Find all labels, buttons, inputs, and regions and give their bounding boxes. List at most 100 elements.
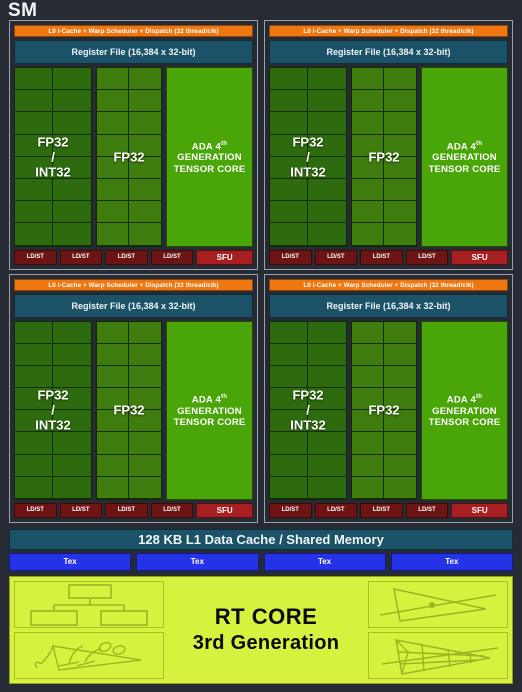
core-row: FP32 / INT32 FP32 ADA 4th GENERATION TEN… bbox=[269, 67, 508, 247]
ldst-unit[interactable]: LD/ST bbox=[314, 503, 358, 518]
ldst-unit[interactable]: LD/ST bbox=[105, 249, 148, 265]
ldst-unit[interactable]: LD/ST bbox=[360, 249, 403, 265]
core-cell bbox=[129, 68, 161, 91]
core-cell bbox=[384, 410, 416, 433]
rt-core-line-2: 3rd Generation bbox=[192, 632, 340, 654]
processing-block-1[interactable]: L0 i-Cache + Warp Scheduler + Dispatch (… bbox=[9, 20, 258, 270]
page-title: SM bbox=[8, 0, 38, 21]
ldst-unit[interactable]: LD/ST bbox=[314, 249, 358, 265]
ldst-unit[interactable]: LD/ST bbox=[405, 249, 449, 265]
core-cell bbox=[384, 477, 416, 499]
sfu-unit[interactable]: SFU bbox=[451, 503, 508, 518]
core-cell bbox=[308, 388, 346, 411]
tensor-core-label: ADA 4th GENERATION TENSOR CORE bbox=[167, 138, 252, 176]
core-cell bbox=[270, 112, 308, 135]
core-row: FP32 / INT32 FP32 ADA 4th GENERATION TEN… bbox=[14, 320, 253, 500]
tensor-core-line-1: ADA 4 bbox=[191, 394, 221, 406]
core-row: FP32 / INT32 FP32 ADA 4th GENERATION TEN… bbox=[269, 320, 508, 500]
core-cell bbox=[384, 432, 416, 455]
register-file-bar: Register File (16,384 x 32-bit) bbox=[269, 293, 508, 318]
ldst-sfu-row: LD/ST LD/ST LD/ST LD/ST SFU bbox=[269, 503, 508, 518]
tex-unit[interactable]: Tex bbox=[9, 553, 132, 571]
core-cell bbox=[15, 178, 53, 202]
core-cell bbox=[308, 366, 346, 389]
core-cell bbox=[15, 343, 53, 366]
core-cell bbox=[129, 322, 161, 344]
core-cell bbox=[352, 321, 384, 344]
core-cell bbox=[15, 321, 53, 344]
sm-diagram: SM L0 i-Cache + Warp Scheduler + Dispatc… bbox=[0, 0, 522, 692]
tex-unit[interactable]: Tex bbox=[263, 553, 386, 571]
ldst-unit[interactable]: LD/ST bbox=[59, 503, 103, 518]
core-cell bbox=[308, 344, 346, 366]
processing-block-3[interactable]: L0 i-Cache + Warp Scheduler + Dispatch (… bbox=[9, 273, 258, 523]
l1-data-cache-bar: 128 KB L1 Data Cache / Shared Memory bbox=[9, 529, 513, 550]
core-cell bbox=[129, 344, 161, 366]
ldst-unit[interactable]: LD/ST bbox=[150, 503, 194, 518]
foliage-geometry-icon bbox=[14, 632, 164, 679]
ldst-unit[interactable]: LD/ST bbox=[14, 249, 57, 265]
core-cell bbox=[53, 455, 91, 477]
core-cell bbox=[97, 432, 129, 455]
ldst-unit[interactable]: LD/ST bbox=[269, 249, 312, 265]
core-cell bbox=[15, 156, 53, 179]
sfu-unit[interactable]: SFU bbox=[196, 249, 253, 265]
tensor-core-superscript: th bbox=[475, 139, 483, 147]
fp32-core-array: FP32 bbox=[96, 67, 162, 247]
sfu-unit[interactable]: SFU bbox=[451, 249, 508, 265]
core-cell bbox=[384, 223, 416, 246]
core-cell bbox=[129, 223, 161, 246]
core-cell bbox=[352, 223, 384, 246]
tensor-core-line-1: ADA 4 bbox=[446, 141, 476, 153]
ldst-unit[interactable]: LD/ST bbox=[14, 503, 57, 518]
core-cell bbox=[97, 388, 129, 411]
tensor-core-block: ADA 4th GENERATION TENSOR CORE bbox=[166, 320, 253, 500]
core-cell bbox=[308, 432, 346, 455]
core-cell bbox=[15, 388, 53, 411]
ldst-unit[interactable]: LD/ST bbox=[269, 503, 312, 518]
bvh-tree-icon bbox=[14, 581, 164, 628]
ldst-sfu-row: LD/ST LD/ST LD/ST LD/ST SFU bbox=[269, 249, 508, 265]
warp-scheduler-bar: L0 i-Cache + Warp Scheduler + Dispatch (… bbox=[14, 25, 253, 37]
processing-block-4[interactable]: L0 i-Cache + Warp Scheduler + Dispatch (… bbox=[264, 273, 513, 523]
core-cell bbox=[270, 321, 308, 344]
core-cell bbox=[15, 68, 53, 91]
tensor-core-block: ADA 4th GENERATION TENSOR CORE bbox=[421, 320, 508, 500]
core-row: FP32 / INT32 FP32 ADA 4th GENERATION TEN… bbox=[14, 67, 253, 247]
core-cell bbox=[53, 388, 91, 411]
core-cell bbox=[270, 476, 308, 499]
tensor-core-label: ADA 4th GENERATION TENSOR CORE bbox=[422, 391, 507, 429]
core-cell bbox=[308, 223, 346, 246]
core-cell bbox=[270, 410, 308, 433]
sfu-unit[interactable]: SFU bbox=[196, 503, 253, 518]
core-cell bbox=[97, 476, 129, 499]
core-cell bbox=[15, 223, 53, 246]
core-cell bbox=[352, 178, 384, 202]
ldst-unit[interactable]: LD/ST bbox=[405, 503, 449, 518]
rt-core-block[interactable]: RT CORE 3rd Generation bbox=[9, 576, 513, 684]
tensor-core-block: ADA 4th GENERATION TENSOR CORE bbox=[421, 67, 508, 247]
core-cell bbox=[270, 432, 308, 455]
fp32-core-array: FP32 bbox=[96, 320, 162, 500]
ldst-unit[interactable]: LD/ST bbox=[150, 249, 194, 265]
core-cell bbox=[97, 134, 129, 157]
ldst-unit[interactable]: LD/ST bbox=[360, 503, 403, 518]
processing-block-2[interactable]: L0 i-Cache + Warp Scheduler + Dispatch (… bbox=[264, 20, 513, 270]
tex-unit[interactable]: Tex bbox=[136, 553, 259, 571]
core-cell bbox=[352, 156, 384, 179]
tex-unit[interactable]: Tex bbox=[390, 553, 513, 571]
core-cell bbox=[129, 157, 161, 179]
core-cell bbox=[53, 112, 91, 135]
ldst-unit[interactable]: LD/ST bbox=[59, 249, 103, 265]
ldst-unit[interactable]: LD/ST bbox=[105, 503, 148, 518]
core-cell bbox=[15, 476, 53, 499]
core-cell bbox=[384, 112, 416, 135]
core-cell bbox=[270, 454, 308, 477]
core-cell bbox=[97, 454, 129, 477]
core-cell bbox=[53, 179, 91, 202]
tensor-core-line-2: GENERATION bbox=[177, 406, 242, 418]
register-file-bar: Register File (16,384 x 32-bit) bbox=[269, 40, 508, 64]
core-cell bbox=[384, 388, 416, 411]
core-cell bbox=[15, 454, 53, 477]
rt-core-title: RT CORE 3rd Generation bbox=[168, 581, 364, 679]
